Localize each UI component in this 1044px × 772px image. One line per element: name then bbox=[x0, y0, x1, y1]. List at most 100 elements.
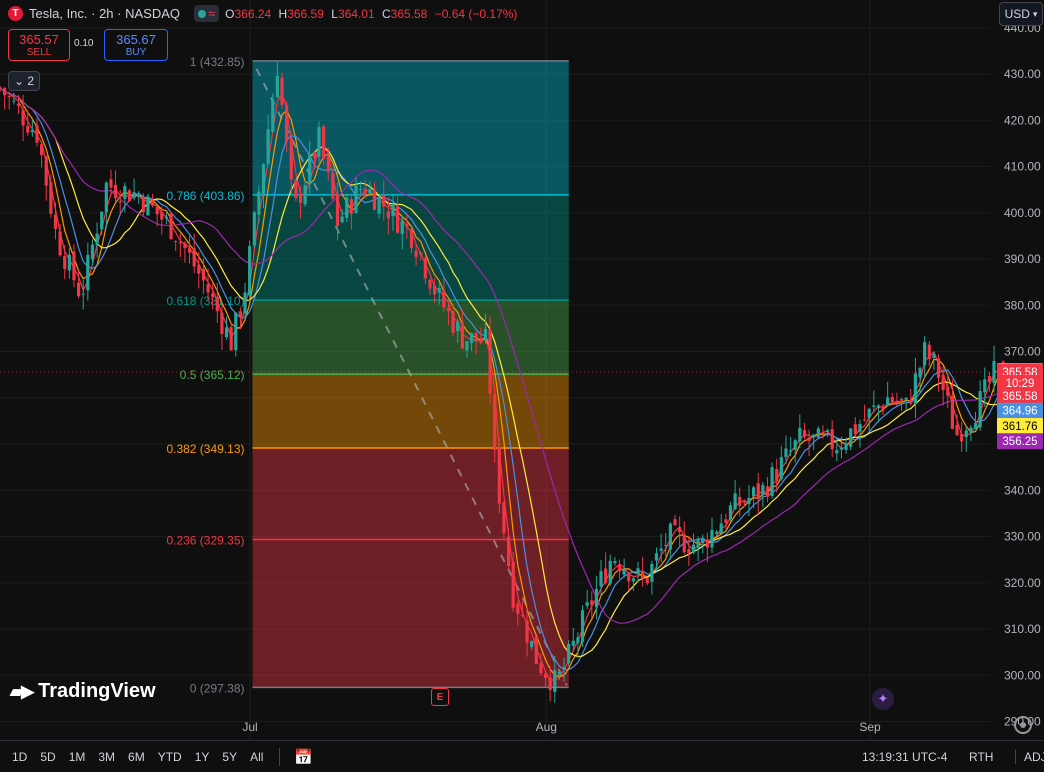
candle-body bbox=[271, 99, 275, 132]
candle-body bbox=[294, 180, 298, 199]
buy-button[interactable]: 365.67 BUY bbox=[104, 29, 168, 61]
wave-icon: ≈ bbox=[208, 6, 216, 21]
settings-gear-icon[interactable] bbox=[1014, 716, 1032, 734]
candle-body bbox=[724, 519, 728, 523]
low-key: L bbox=[331, 6, 338, 21]
candle-body bbox=[248, 246, 252, 296]
candle-body bbox=[631, 578, 635, 582]
price-chart[interactable]: 1 (432.85) 0.786 (403.86) 0.618 (381.10) 0.… bbox=[0, 0, 1044, 771]
sell-button[interactable]: 365.57 SELL bbox=[8, 29, 70, 61]
candle-body bbox=[451, 311, 455, 333]
open-value: 366.24 bbox=[234, 6, 272, 21]
candle-body bbox=[58, 231, 62, 256]
sell-label: SELL bbox=[26, 47, 52, 58]
timeframe-1m[interactable]: 1M bbox=[69, 750, 86, 764]
y-tick-label: 400.00 bbox=[1004, 206, 1041, 220]
candle-body bbox=[557, 671, 562, 675]
close-value: 365.58 bbox=[390, 6, 428, 21]
candle-body bbox=[86, 254, 90, 291]
candle-body bbox=[428, 279, 432, 289]
candle-body bbox=[798, 427, 802, 442]
candle-body bbox=[137, 195, 141, 197]
timeframe-1d[interactable]: 1D bbox=[12, 750, 27, 764]
timeframe-1y[interactable]: 1Y bbox=[195, 750, 210, 764]
candle-body bbox=[197, 264, 201, 274]
candle-body bbox=[668, 523, 672, 550]
candle-body bbox=[571, 640, 575, 646]
tradingview-logo[interactable]: ▰▶ TradingView bbox=[10, 680, 156, 703]
tradingview-logo-icon: ▰▶ bbox=[10, 681, 34, 701]
sell-price: 365.57 bbox=[19, 32, 59, 47]
candle-body bbox=[21, 110, 25, 126]
earnings-marker[interactable]: E bbox=[431, 688, 449, 706]
clock-readout[interactable]: 13:19:31 UTC-4 bbox=[862, 750, 947, 764]
candle-body bbox=[7, 95, 11, 97]
close-key: C bbox=[381, 6, 391, 21]
candle-body bbox=[192, 248, 196, 267]
timeframe-5d[interactable]: 5D bbox=[40, 750, 55, 764]
y-tick-label: 330.00 bbox=[1004, 530, 1041, 544]
candle-body bbox=[118, 201, 122, 203]
candle-body bbox=[0, 87, 2, 89]
candle-body bbox=[816, 428, 820, 438]
timeframe-ytd[interactable]: YTD bbox=[158, 750, 182, 764]
session-toggle[interactable]: RTH bbox=[969, 750, 993, 764]
calendar-icon[interactable]: 📅 bbox=[279, 747, 313, 766]
candle-body bbox=[224, 327, 229, 338]
time-axis[interactable]: Jul Aug Sep bbox=[242, 720, 881, 734]
candle-body bbox=[821, 432, 825, 435]
y-tick-label: 310.00 bbox=[1004, 622, 1041, 636]
candle-body bbox=[562, 667, 566, 670]
sparkle-icon[interactable]: ✦ bbox=[872, 688, 894, 710]
candle-body bbox=[409, 229, 414, 249]
timeframe-6m[interactable]: 6M bbox=[128, 750, 145, 764]
candle-body bbox=[155, 206, 159, 215]
candle-body bbox=[715, 531, 719, 534]
candle-body bbox=[229, 327, 233, 351]
change-value: −0.64 (−0.17%) bbox=[434, 6, 518, 21]
timeframe-5y[interactable]: 5Y bbox=[222, 750, 237, 764]
candle-body bbox=[67, 254, 71, 271]
indicators-collapse-button[interactable]: ⌄ 2 bbox=[8, 71, 40, 91]
y-tick-label: 380.00 bbox=[1004, 298, 1041, 312]
candle-body bbox=[932, 354, 936, 358]
candle-body bbox=[44, 156, 48, 186]
candle-body bbox=[969, 427, 973, 433]
candle-body bbox=[585, 602, 589, 606]
candle-body bbox=[858, 423, 862, 432]
candle-body bbox=[81, 293, 85, 295]
fib-level-label: 0.382 (349.13) bbox=[166, 442, 244, 456]
candle-body bbox=[923, 342, 927, 366]
currency-button[interactable]: USD ▾ bbox=[999, 2, 1043, 26]
candle-body bbox=[234, 312, 238, 351]
symbol-title[interactable]: Tesla, Inc. · 2h · NASDAQ bbox=[29, 6, 180, 21]
timeframe-3m[interactable]: 3M bbox=[98, 750, 115, 764]
candle-body bbox=[608, 560, 612, 584]
candle-body bbox=[95, 233, 99, 246]
candle-body bbox=[414, 250, 418, 257]
candle-body bbox=[909, 400, 913, 404]
candle-body bbox=[710, 530, 714, 548]
candle-body bbox=[349, 198, 353, 214]
candle-body bbox=[423, 258, 427, 279]
fib-level-label: 1 (432.85) bbox=[190, 55, 245, 69]
candle-body bbox=[12, 100, 16, 102]
symbol-legend[interactable]: T Tesla, Inc. · 2h · NASDAQ ≈ O366.24 H3… bbox=[8, 5, 521, 22]
candle-body bbox=[211, 293, 215, 297]
candle-body bbox=[742, 502, 746, 504]
fib-retracement[interactable]: 1 (432.85) 0.786 (403.86) 0.618 (381.10) 0.… bbox=[166, 55, 569, 696]
timeframe-all[interactable]: All bbox=[250, 750, 263, 764]
visibility-toggle[interactable]: ≈ bbox=[194, 5, 220, 22]
candle-body bbox=[687, 549, 691, 554]
candle-body bbox=[613, 561, 617, 564]
candle-body bbox=[973, 423, 978, 430]
candle-body bbox=[335, 194, 340, 226]
candle-body bbox=[493, 394, 497, 451]
candle-body bbox=[243, 292, 247, 314]
adjust-toggle[interactable]: ADJ bbox=[1015, 750, 1044, 764]
y-tick-label: 340.00 bbox=[1004, 483, 1041, 497]
candle-body bbox=[825, 430, 830, 432]
candle-body bbox=[719, 523, 723, 534]
candle-body bbox=[331, 172, 335, 199]
candle-body bbox=[326, 156, 330, 172]
